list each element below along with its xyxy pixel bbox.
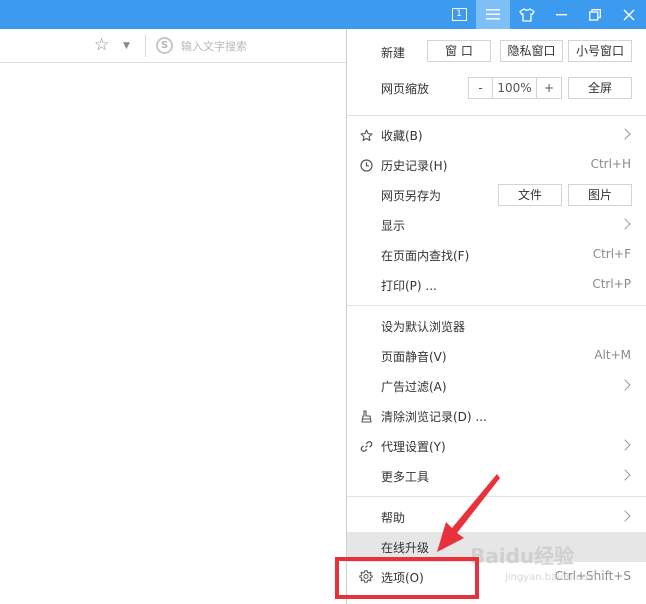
watermark-url: jingyan.baidu.com — [505, 572, 598, 583]
tab-count: 1 — [451, 8, 467, 21]
menu-divider — [347, 115, 646, 116]
menu-item-label: 收藏(B) — [381, 129, 423, 143]
menu-item-label: 网页另存为 — [381, 189, 442, 203]
menu-item-default-browser[interactable]: 设为默认浏览器 — [347, 311, 646, 341]
menu-item-label: 更多工具 — [381, 470, 430, 484]
bookmark-star-icon[interactable]: ☆ — [94, 36, 109, 54]
hamburger-icon — [486, 9, 500, 20]
menu-item-shortcut: Ctrl+F — [592, 247, 631, 261]
link-icon — [359, 439, 373, 453]
clock-icon — [359, 158, 373, 172]
menu-item-mute[interactable]: 页面静音(V) Alt+M — [347, 341, 646, 371]
menu-item-label: 页面静音(V) — [381, 350, 447, 364]
title-bar: 1 — [0, 0, 646, 29]
minimize-button[interactable] — [544, 0, 578, 29]
main-menu-button[interactable] — [476, 0, 510, 29]
menu-item-clear-history[interactable]: 清除浏览记录(D) ... — [347, 401, 646, 431]
menu-item-label: 打印(P) ... — [381, 279, 437, 293]
menu-item-shortcut: Ctrl+P — [592, 277, 631, 291]
menu-item-label: 在线升级 — [381, 541, 430, 555]
chevron-right-icon — [619, 218, 631, 230]
zoom-in-button[interactable]: + — [537, 78, 561, 98]
new-label: 新建 — [381, 46, 406, 60]
chevron-right-icon — [619, 439, 631, 451]
chevron-right-icon — [619, 128, 631, 140]
menu-item-proxy[interactable]: 代理设置(Y) — [347, 431, 646, 461]
menu-item-label: 历史记录(H) — [381, 159, 448, 173]
menu-item-label: 代理设置(Y) — [381, 440, 446, 454]
save-as-file-button[interactable]: 文件 — [498, 184, 562, 206]
chevron-right-icon — [619, 379, 631, 391]
shirt-icon — [519, 7, 535, 22]
skin-button[interactable] — [510, 0, 544, 29]
new-window-button[interactable]: 窗 口 — [427, 40, 491, 62]
menu-item-print[interactable]: 打印(P) ... Ctrl+P — [347, 270, 646, 300]
annotation-highlight-box — [335, 557, 479, 599]
new-private-window-button[interactable]: 隐私窗口 — [500, 40, 563, 62]
save-as-image-button[interactable]: 图片 — [568, 184, 632, 206]
restore-button[interactable] — [578, 0, 612, 29]
minimize-icon — [555, 14, 567, 16]
zoom-value: 100% — [493, 78, 537, 98]
menu-item-display[interactable]: 显示 — [347, 210, 646, 240]
star-icon — [359, 128, 373, 142]
search-input[interactable]: 输入文字搜索 — [181, 38, 247, 54]
fullscreen-button[interactable]: 全屏 — [568, 77, 632, 99]
caret-down-icon[interactable]: ▼ — [123, 41, 130, 51]
divider — [145, 35, 146, 57]
new-alt-window-button[interactable]: 小号窗口 — [568, 40, 632, 62]
close-icon — [623, 9, 635, 20]
menu-divider — [347, 305, 646, 306]
menu-item-label: 清除浏览记录(D) ... — [381, 410, 487, 424]
menu-item-label: 设为默认浏览器 — [381, 320, 466, 334]
menu-item-favorites[interactable]: 收藏(B) — [347, 120, 646, 150]
menu-item-ad-filter[interactable]: 广告过滤(A) — [347, 371, 646, 401]
close-button[interactable] — [612, 0, 646, 29]
sogou-search-icon[interactable]: S — [156, 37, 173, 54]
watermark: Baidu经验 — [470, 544, 575, 568]
menu-item-find[interactable]: 在页面内查找(F) Ctrl+F — [347, 240, 646, 270]
menu-item-label: 显示 — [381, 219, 406, 233]
tab-count-button[interactable]: 1 — [442, 0, 476, 29]
menu-item-help[interactable]: 帮助 — [347, 502, 646, 532]
restore-icon — [589, 8, 601, 21]
menu-item-shortcut: Alt+M — [594, 348, 631, 362]
zoom-label: 网页缩放 — [381, 82, 430, 96]
menu-item-label: 广告过滤(A) — [381, 380, 447, 394]
chevron-right-icon — [619, 510, 631, 522]
main-menu: 新建 窗 口 隐私窗口 小号窗口 网页缩放 - 100% + 全屏 收藏(B) … — [346, 29, 646, 604]
menu-item-history[interactable]: 历史记录(H) Ctrl+H — [347, 150, 646, 180]
zoom-out-button[interactable]: - — [469, 78, 493, 98]
broom-icon — [359, 409, 373, 423]
menu-item-label: 帮助 — [381, 511, 406, 525]
zoom-control: - 100% + — [468, 77, 562, 99]
menu-divider — [347, 496, 646, 497]
chevron-right-icon — [619, 469, 631, 481]
menu-item-shortcut: Ctrl+H — [590, 157, 631, 171]
menu-item-more-tools[interactable]: 更多工具 — [347, 461, 646, 491]
menu-item-label: 在页面内查找(F) — [381, 249, 470, 263]
